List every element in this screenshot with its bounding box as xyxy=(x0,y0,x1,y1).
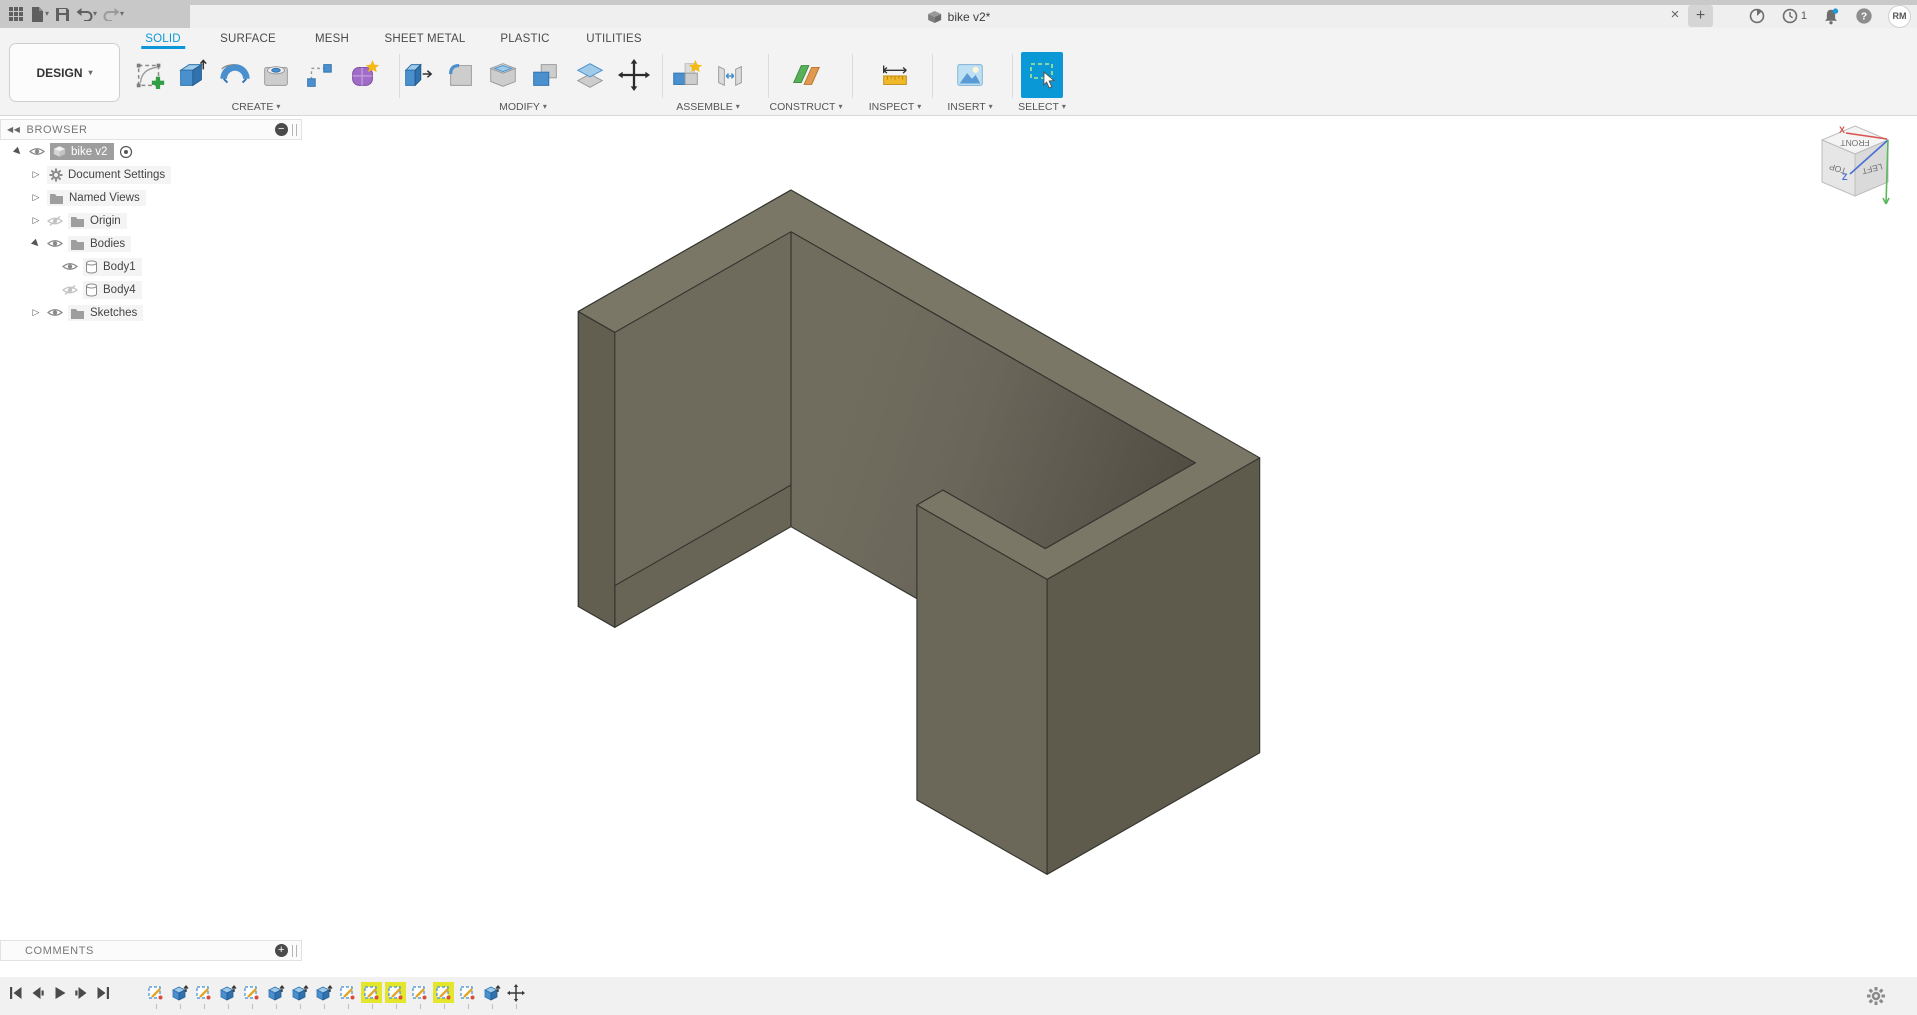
timeline-feature-sketch-10[interactable] xyxy=(361,982,382,1009)
timeline-feature-extrude-15[interactable] xyxy=(481,982,502,1009)
timeline-feature-extrude-6[interactable] xyxy=(265,982,286,1009)
timeline-feature-extrude-7[interactable] xyxy=(289,982,310,1009)
collapse-panel-icon[interactable]: ◀◀ xyxy=(7,125,21,134)
timeline-feature-extrude-4[interactable] xyxy=(217,982,238,1009)
browser-item-label: bike v2 xyxy=(71,145,108,158)
body-icon xyxy=(86,260,97,273)
extrude-feature-icon xyxy=(292,984,309,1001)
browser-item-body1[interactable]: Body1 xyxy=(0,255,302,278)
browser-item-label: Named Views xyxy=(69,191,140,204)
collapse-all-icon[interactable]: − xyxy=(275,123,288,136)
folder-icon xyxy=(71,216,84,227)
expander-open-icon[interactable]: ▶ xyxy=(28,235,44,251)
sketch-feature-icon xyxy=(147,985,162,999)
comments-panel: COMMENTS + xyxy=(0,940,302,961)
browser-item-named-views[interactable]: ▷ Named Views xyxy=(0,186,302,209)
browser-item-body4[interactable]: Body4 xyxy=(0,278,302,301)
visibility-eye-icon[interactable] xyxy=(47,238,63,249)
browser-item-label: Sketches xyxy=(90,306,138,319)
timeline-feature-sketch-13[interactable] xyxy=(433,982,454,1009)
browser-item-label: Document Settings xyxy=(68,168,166,181)
timeline-feature-extrude-8[interactable] xyxy=(313,982,334,1009)
timeline-feature-sketch-14[interactable] xyxy=(457,982,478,1009)
comments-header-label: COMMENTS xyxy=(25,944,94,957)
sketch-feature-icon xyxy=(363,985,378,999)
sketch-feature-icon xyxy=(459,985,474,999)
browser-header[interactable]: ◀◀ BROWSER − xyxy=(0,119,302,140)
extrude-feature-icon xyxy=(268,984,285,1001)
root-component-chip[interactable]: bike v2 xyxy=(50,143,115,160)
sketch-feature-icon xyxy=(243,985,258,999)
fusion-app-window: ▾ ▾ ▾ bike v2* × + 1 ? RM DESIGN ▾ SOLID… xyxy=(0,0,1917,1015)
sketch-feature-icon xyxy=(411,985,426,999)
browser-item-label: Bodies xyxy=(90,237,126,250)
timeline-feature-sketch-3[interactable] xyxy=(193,982,214,1009)
visibility-eye-off-icon[interactable] xyxy=(62,284,78,296)
browser-panel: ◀◀ BROWSER − ▶ bike v2 ▷ Document Settin… xyxy=(0,119,302,324)
sketch-feature-icon xyxy=(195,985,210,999)
sketch-feature-icon xyxy=(387,985,402,999)
browser-item-origin[interactable]: ▷ Origin xyxy=(0,209,302,232)
settings-gear-icon[interactable] xyxy=(1866,986,1886,1006)
step-back-button[interactable] xyxy=(28,984,47,1002)
browser-item-document-settings[interactable]: ▷ Document Settings xyxy=(0,163,302,186)
timeline-feature-extrude-2[interactable] xyxy=(169,982,190,1009)
browser-tree: ▶ bike v2 ▷ Document Settings ▷ Named Vi… xyxy=(0,140,302,324)
play-button[interactable] xyxy=(50,984,69,1002)
extrude-feature-icon xyxy=(316,984,333,1001)
browser-item-bodies[interactable]: ▶ Bodies xyxy=(0,232,302,255)
activate-component-radio[interactable] xyxy=(119,145,133,159)
timeline-bar xyxy=(0,977,1917,1015)
timeline-features xyxy=(145,982,526,1009)
timeline-feature-sketch-1[interactable] xyxy=(145,982,166,1009)
browser-item-label: Body4 xyxy=(103,283,136,296)
extrude-feature-icon xyxy=(172,984,189,1001)
visibility-eye-icon[interactable] xyxy=(29,146,45,157)
view-cube[interactable]: FRONT TOP LEFT X Z xyxy=(1808,116,1910,218)
browser-item-label: Body1 xyxy=(103,260,136,273)
viewcube-front-label[interactable]: FRONT xyxy=(1840,138,1869,148)
expander-closed-icon[interactable]: ▷ xyxy=(30,215,42,226)
go-to-start-button[interactable] xyxy=(6,984,25,1002)
step-forward-button[interactable] xyxy=(72,984,91,1002)
expander-closed-icon[interactable]: ▷ xyxy=(30,169,42,180)
visibility-eye-icon[interactable] xyxy=(47,307,63,318)
browser-item-root[interactable]: ▶ bike v2 xyxy=(0,140,302,163)
timeline-feature-sketch-12[interactable] xyxy=(409,982,430,1009)
folder-icon xyxy=(71,239,84,250)
panel-drag-handle[interactable] xyxy=(292,123,297,136)
visibility-eye-off-icon[interactable] xyxy=(47,215,63,227)
axis-x-label: X xyxy=(1839,125,1845,135)
body-icon xyxy=(86,283,97,296)
sketch-feature-icon xyxy=(339,985,354,999)
u-channel-model[interactable] xyxy=(577,189,1261,875)
visibility-eye-icon[interactable] xyxy=(62,261,78,272)
expander-open-icon[interactable]: ▶ xyxy=(10,143,26,159)
sketch-feature-icon xyxy=(435,985,450,999)
axis-z-label: Z xyxy=(1842,172,1848,182)
expander-closed-icon[interactable]: ▷ xyxy=(30,192,42,203)
browser-item-sketches[interactable]: ▷ Sketches xyxy=(0,301,302,324)
timeline-feature-move-16[interactable] xyxy=(505,982,526,1009)
move-feature-icon xyxy=(506,983,525,1002)
panel-drag-handle[interactable] xyxy=(292,944,297,957)
gear-icon xyxy=(49,168,63,181)
component-icon xyxy=(53,146,66,157)
left-end-face[interactable] xyxy=(577,310,616,628)
extrude-feature-icon xyxy=(484,984,501,1001)
browser-header-label: BROWSER xyxy=(26,123,88,136)
timeline-feature-sketch-11[interactable] xyxy=(385,982,406,1009)
browser-item-label: Origin xyxy=(90,214,121,227)
add-comment-icon[interactable]: + xyxy=(275,944,288,957)
expander-closed-icon[interactable]: ▷ xyxy=(30,307,42,318)
timeline-feature-sketch-5[interactable] xyxy=(241,982,262,1009)
navigation-bar: ▾ ▾ ▾ ▾ ▾ xyxy=(0,0,959,22)
comments-header[interactable]: COMMENTS + xyxy=(0,940,302,961)
folder-icon xyxy=(50,193,63,204)
extrude-feature-icon xyxy=(220,984,237,1001)
go-to-end-button[interactable] xyxy=(94,984,113,1002)
folder-icon xyxy=(71,308,84,319)
timeline-playback-controls xyxy=(6,984,113,1002)
timeline-feature-sketch-9[interactable] xyxy=(337,982,358,1009)
